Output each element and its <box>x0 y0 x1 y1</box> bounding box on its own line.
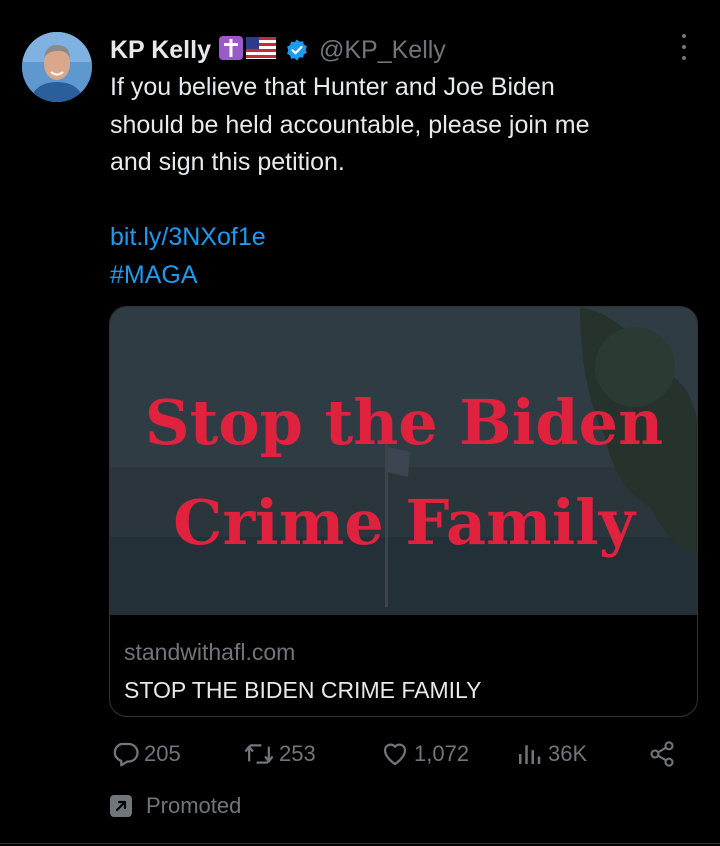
tweet-text-line: and sign this petition. <box>110 148 345 176</box>
reply-count: 205 <box>144 741 181 766</box>
hashtag-link[interactable]: #MAGA <box>110 261 198 290</box>
card-headline-line1: Stop the Biden <box>145 386 663 459</box>
link-card[interactable]: Stop the Biden Crime Family standwithafl… <box>109 306 698 717</box>
reply-icon <box>113 742 139 767</box>
like-button[interactable]: 1,072 <box>380 737 469 771</box>
card-title: STOP THE BIDEN CRIME FAMILY <box>124 677 482 703</box>
like-count: 1,072 <box>414 741 470 766</box>
repost-count: 253 <box>279 741 316 766</box>
reply-button[interactable]: 205 <box>110 737 181 771</box>
card-headline-line2: Crime Family <box>173 486 637 559</box>
avatar-image <box>22 32 92 102</box>
tweet-text-line: If you believe that Hunter and Joe Biden <box>110 73 555 101</box>
card-image[interactable]: Stop the Biden Crime Family <box>110 307 697 615</box>
latin-cross-emoji <box>218 35 243 65</box>
repost-icon <box>244 744 274 764</box>
share-icon <box>650 741 674 767</box>
promoted-label[interactable]: Promoted <box>110 790 241 822</box>
more-options-icon[interactable] <box>672 34 696 60</box>
heart-icon <box>383 743 407 766</box>
view-count: 36K <box>548 741 588 766</box>
user-handle[interactable]: @KP_Kelly <box>319 36 446 65</box>
tweet-header: KP Kelly @KP_Kelly <box>110 32 446 68</box>
tweet-link[interactable]: bit.ly/3NXof1e <box>110 223 266 252</box>
display-name[interactable]: KP Kelly <box>110 36 211 65</box>
promoted-text: Promoted <box>146 793 242 818</box>
tweet-text: If you believe that Hunter and Joe Biden… <box>110 69 690 182</box>
verified-badge-icon[interactable] <box>285 38 309 62</box>
promoted-arrow-icon <box>110 795 132 817</box>
card-domain: standwithafl.com <box>124 639 296 665</box>
views-icon <box>519 745 541 764</box>
divider <box>0 843 720 844</box>
avatar[interactable] <box>22 32 92 102</box>
tweet-text-line: should be held accountable, please join … <box>110 110 590 139</box>
card-headline: Stop the Biden Crime Family <box>145 386 663 559</box>
share-button[interactable] <box>648 737 680 771</box>
repost-button[interactable]: 253 <box>243 737 316 771</box>
us-flag-emoji <box>245 36 276 64</box>
views-button[interactable]: 36K <box>514 737 587 771</box>
